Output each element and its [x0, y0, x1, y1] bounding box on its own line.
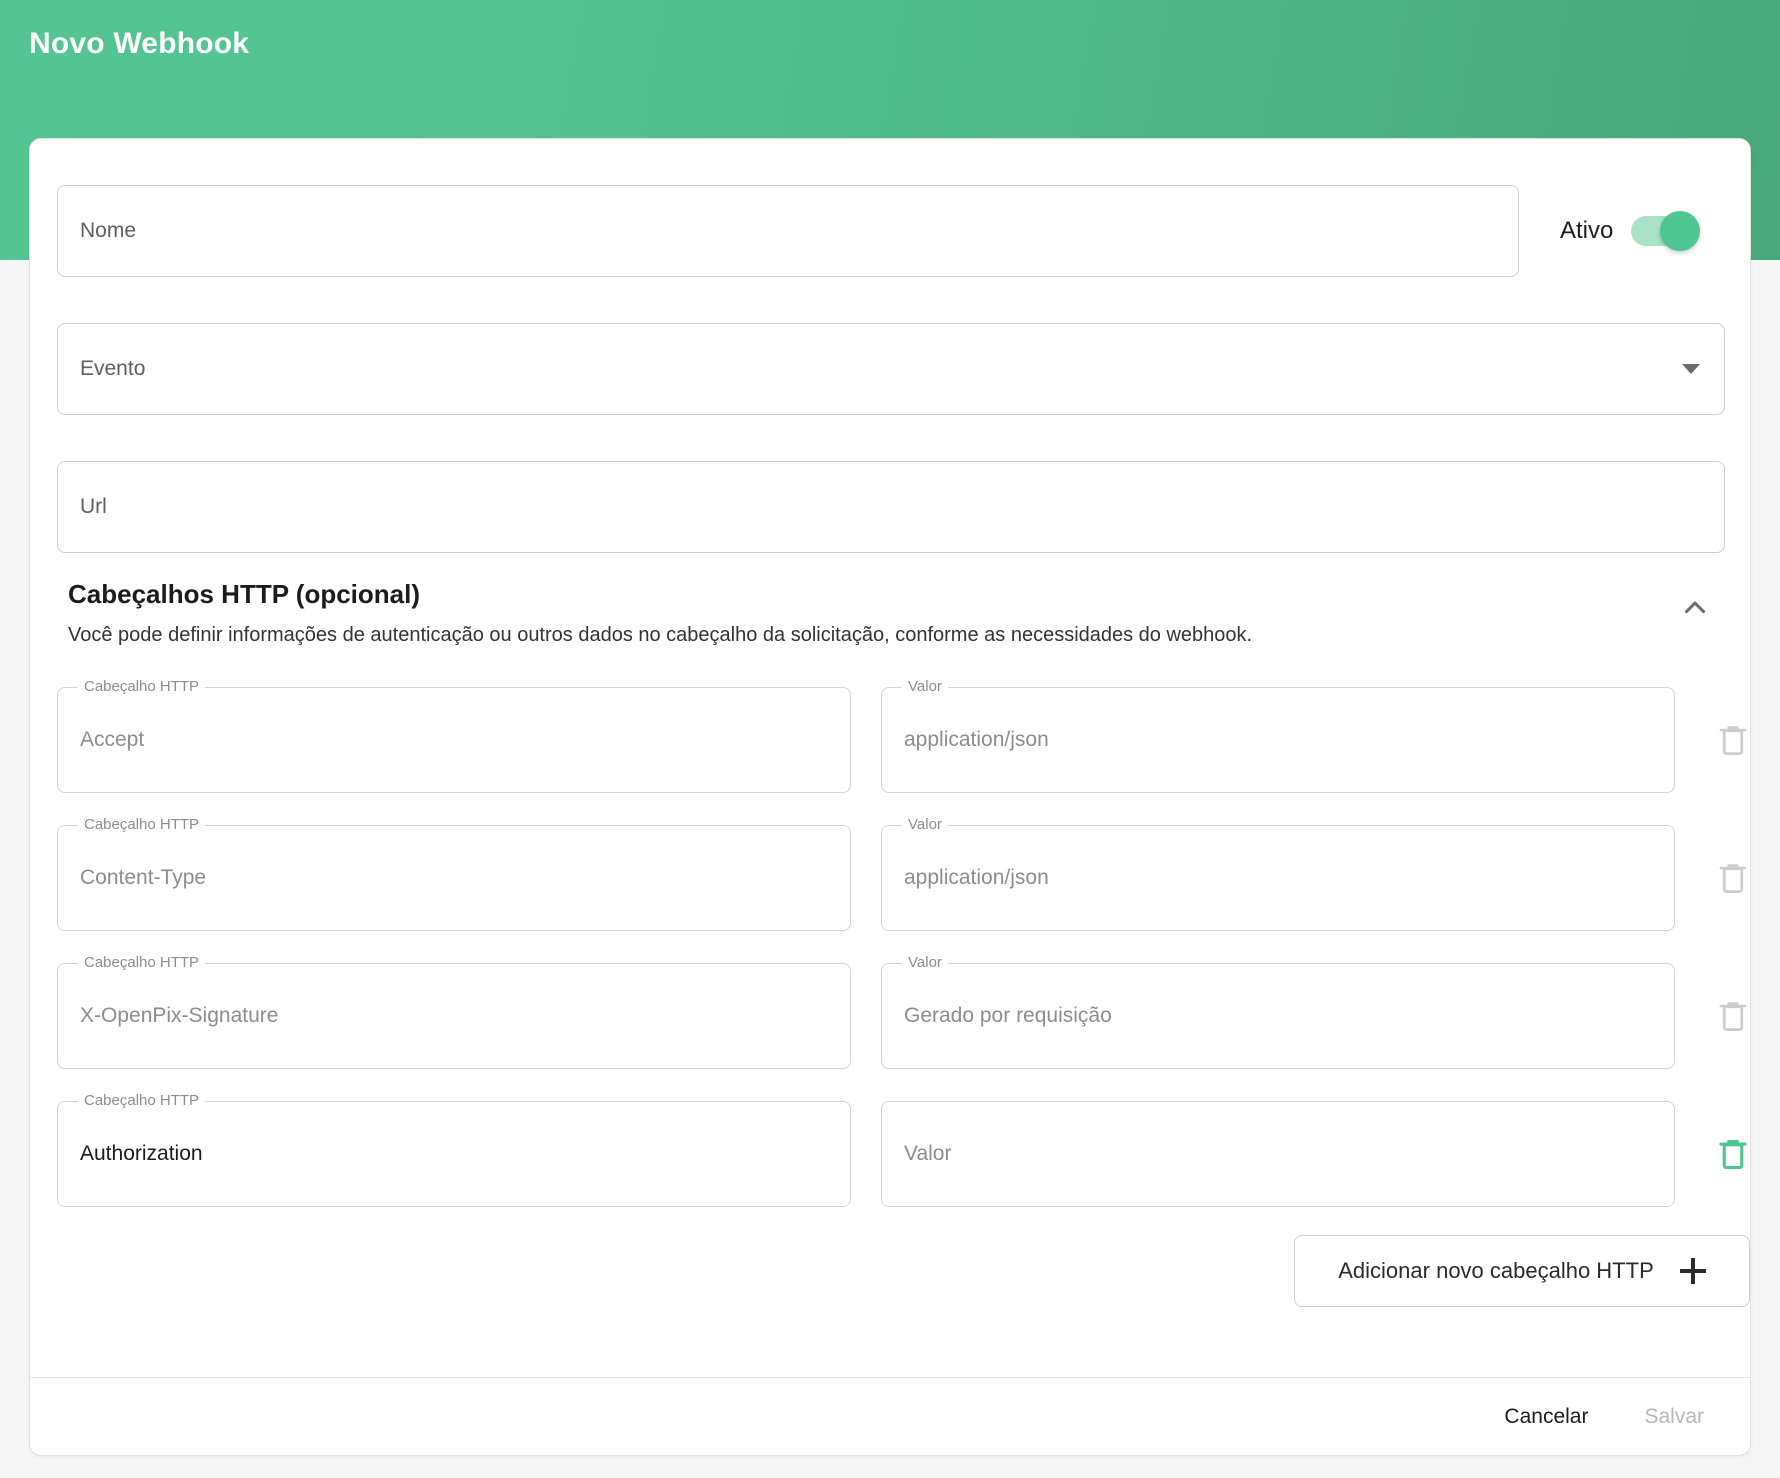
header-key-input[interactable]: Cabeçalho HTTP Content-Type [57, 825, 851, 931]
http-headers-title: Cabeçalhos HTTP (opcional) [68, 579, 420, 610]
add-http-header-label: Adicionar novo cabeçalho HTTP [1338, 1258, 1654, 1284]
ativo-label: Ativo [1560, 217, 1613, 245]
header-value-label: Valor [902, 953, 948, 973]
chevron-up-icon[interactable] [1678, 591, 1712, 625]
card-footer: Cancelar Salvar [30, 1377, 1750, 1455]
header-value-input[interactable]: Valor application/json [881, 687, 1675, 793]
header-key-input[interactable]: Cabeçalho HTTP Accept [57, 687, 851, 793]
url-placeholder: Url [80, 495, 107, 519]
evento-select[interactable]: Evento [57, 323, 1725, 415]
ativo-toggle-group: Ativo [1560, 185, 1697, 277]
card-body: Nome Ativo Evento Url Cabeçalhos HTTP (o… [30, 139, 1750, 1379]
chevron-down-icon [1682, 364, 1700, 374]
http-headers-description: Você pode definir informações de autenti… [68, 624, 1252, 647]
header-key-input[interactable]: Cabeçalho HTTP Authorization [57, 1101, 851, 1207]
header-value-label: Valor [902, 815, 948, 835]
page-title: Novo Webhook [29, 27, 249, 61]
table-row: Cabeçalho HTTP X-OpenPix-Signature Valor… [30, 963, 1750, 1069]
header-value-input[interactable]: Valor Gerado por requisição [881, 963, 1675, 1069]
ativo-switch-knob [1660, 211, 1700, 251]
trash-icon[interactable] [1716, 720, 1750, 760]
header-key-label: Cabeçalho HTTP [78, 1091, 205, 1111]
url-input[interactable]: Url [57, 461, 1725, 553]
header-key-input[interactable]: Cabeçalho HTTP X-OpenPix-Signature [57, 963, 851, 1069]
header-value-text: Valor [904, 1142, 951, 1166]
header-value-input[interactable]: Valor application/json [881, 825, 1675, 931]
header-value-text: application/json [904, 728, 1049, 752]
header-key-label: Cabeçalho HTTP [78, 815, 205, 835]
table-row: Cabeçalho HTTP Authorization Valor Valor [30, 1101, 1750, 1207]
nome-placeholder: Nome [80, 219, 136, 243]
trash-icon[interactable] [1716, 858, 1750, 898]
header-key-text: Accept [80, 728, 144, 752]
new-webhook-card: Nome Ativo Evento Url Cabeçalhos HTTP (o… [29, 138, 1751, 1456]
evento-placeholder: Evento [80, 357, 145, 381]
header-value-text: application/json [904, 866, 1049, 890]
header-key-text: Content-Type [80, 866, 206, 890]
header-key-text: Authorization [80, 1142, 203, 1166]
trash-icon[interactable] [1716, 1134, 1750, 1174]
table-row: Cabeçalho HTTP Accept Valor application/… [30, 687, 1750, 793]
table-row: Cabeçalho HTTP Content-Type Valor applic… [30, 825, 1750, 931]
header-value-input[interactable]: Valor Valor [881, 1101, 1675, 1207]
header-key-label: Cabeçalho HTTP [78, 953, 205, 973]
save-button[interactable]: Salvar [1644, 1405, 1704, 1429]
cancel-button[interactable]: Cancelar [1504, 1405, 1588, 1429]
trash-icon[interactable] [1716, 996, 1750, 1036]
header-value-text: Gerado por requisição [904, 1004, 1112, 1028]
add-http-header-button[interactable]: Adicionar novo cabeçalho HTTP [1294, 1235, 1750, 1307]
header-key-label: Cabeçalho HTTP [78, 677, 205, 697]
nome-input[interactable]: Nome [57, 185, 1519, 277]
header-key-text: X-OpenPix-Signature [80, 1004, 278, 1028]
header-value-label: Valor [902, 677, 948, 697]
plus-icon [1680, 1258, 1706, 1284]
ativo-switch[interactable] [1631, 216, 1697, 246]
